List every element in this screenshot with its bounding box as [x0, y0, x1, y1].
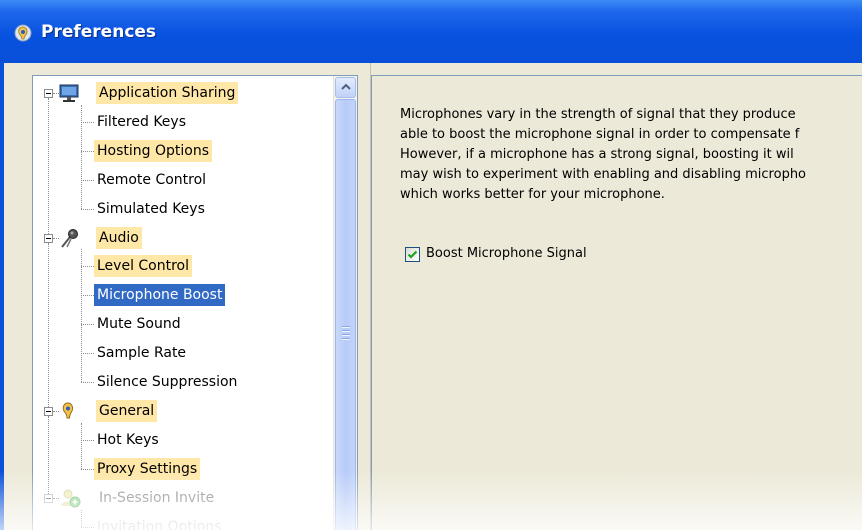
description-line: able to boost the microphone signal in o… [400, 127, 800, 142]
collapse-toggle-icon[interactable] [44, 493, 53, 503]
description-line: Microphones vary in the strength of sign… [400, 107, 796, 122]
tree-child-label: Hosting Options [94, 139, 212, 162]
scroll-grip-icon [342, 326, 350, 342]
description-line: which works better for your microphone. [400, 187, 665, 202]
tree-child-label: Simulated Keys [97, 200, 205, 217]
monitor-icon [58, 82, 82, 104]
description-line: However, if a microphone has a strong si… [400, 147, 794, 162]
preferences-tree[interactable]: Application Sharing Filtered Keys Hosting … [32, 75, 358, 530]
tree-group-item[interactable]: Application Sharing [96, 82, 239, 104]
tree-child-label: Hot Keys [97, 431, 159, 448]
tree-connector [81, 121, 94, 123]
tree-group-label: General [96, 399, 158, 422]
chevron-up-icon [341, 83, 351, 90]
tree-connector [81, 439, 94, 441]
boost-microphone-checkbox[interactable] [405, 247, 420, 262]
preferences-window: Preferences Application Sharing Filtered … [0, 0, 862, 530]
tree-group-item[interactable]: Audio [96, 226, 142, 249]
tree-connector [48, 415, 49, 494]
tree-child-item[interactable]: Simulated Keys [94, 198, 208, 220]
checkmark-icon [407, 250, 418, 259]
tree-connector [81, 208, 94, 210]
app-logo-icon [14, 24, 32, 42]
tree-group-label: In-Session Invite [99, 489, 215, 506]
tree-connector [48, 98, 49, 234]
tree-child-item[interactable]: Sample Rate [94, 342, 189, 364]
tree-connector [81, 353, 94, 355]
tree-connector [81, 324, 94, 326]
tree-group-item[interactable]: General [96, 399, 158, 422]
collapse-toggle-icon[interactable] [44, 89, 53, 98]
tree-scrollbar[interactable] [333, 76, 357, 530]
tree-child-label: Level Control [94, 255, 193, 278]
settings-panel: Microphones vary in the strength of sign… [371, 75, 862, 530]
tree-child-label: Mute Sound [97, 316, 181, 333]
tree-child-item[interactable]: Hosting Options [94, 139, 212, 162]
tree-child-label: Proxy Settings [94, 457, 201, 480]
tree-connector [81, 104, 82, 209]
tree-connector [81, 468, 94, 470]
tree-child-item[interactable]: Microphone Boost [94, 284, 226, 307]
tree-child-label: Invitation Options [97, 518, 222, 530]
tree-child-item[interactable]: Filtered Keys [94, 111, 189, 133]
tree-connector [81, 179, 94, 181]
collapse-toggle-icon[interactable] [44, 406, 53, 416]
tree-child-item[interactable]: Hot Keys [94, 429, 162, 451]
collapse-toggle-icon[interactable] [44, 233, 53, 243]
tree-child-label: Filtered Keys [97, 113, 186, 130]
description-line: may wish to experiment with enabling and… [400, 167, 807, 182]
tree-child-item[interactable]: Mute Sound [94, 313, 184, 335]
tree-connector [81, 526, 94, 528]
app-logo-icon [58, 400, 82, 422]
tree-child-label: Silence Suppression [97, 374, 238, 390]
tree-child-item[interactable]: Invitation Options [94, 516, 225, 530]
tree-connector [81, 249, 82, 382]
tree-child-item[interactable]: Level Control [94, 255, 193, 278]
tree-connector [81, 295, 94, 297]
tree-connector [81, 150, 94, 152]
boost-microphone-label[interactable]: Boost Microphone Signal [426, 246, 587, 261]
microphone-icon [58, 227, 82, 249]
tree-connector [48, 242, 49, 407]
window-title: Preferences [41, 22, 157, 42]
tree-group-label: Application Sharing [96, 82, 239, 104]
tree-child-label: Sample Rate [97, 345, 187, 362]
tree-connector [81, 422, 82, 469]
tree-child-item[interactable]: Silence Suppression [94, 371, 240, 393]
tree-child-label: Remote Control [97, 171, 207, 188]
tree-connector [81, 382, 94, 383]
title-bar[interactable]: Preferences [0, 0, 862, 63]
scroll-up-button[interactable] [335, 77, 356, 98]
scroll-thumb[interactable] [335, 99, 356, 530]
invite-user-icon [58, 487, 82, 509]
tree-group-label: Audio [96, 226, 142, 249]
tree-child-label-selected: Microphone Boost [94, 284, 226, 307]
tree-child-item[interactable]: Proxy Settings [94, 457, 201, 480]
tree-connector [81, 509, 82, 527]
description-text: Microphones vary in the strength of sign… [400, 105, 862, 205]
tree-group-item[interactable]: In-Session Invite [96, 487, 217, 509]
tree-child-item[interactable]: Remote Control [94, 169, 209, 191]
tree-connector [81, 266, 94, 268]
